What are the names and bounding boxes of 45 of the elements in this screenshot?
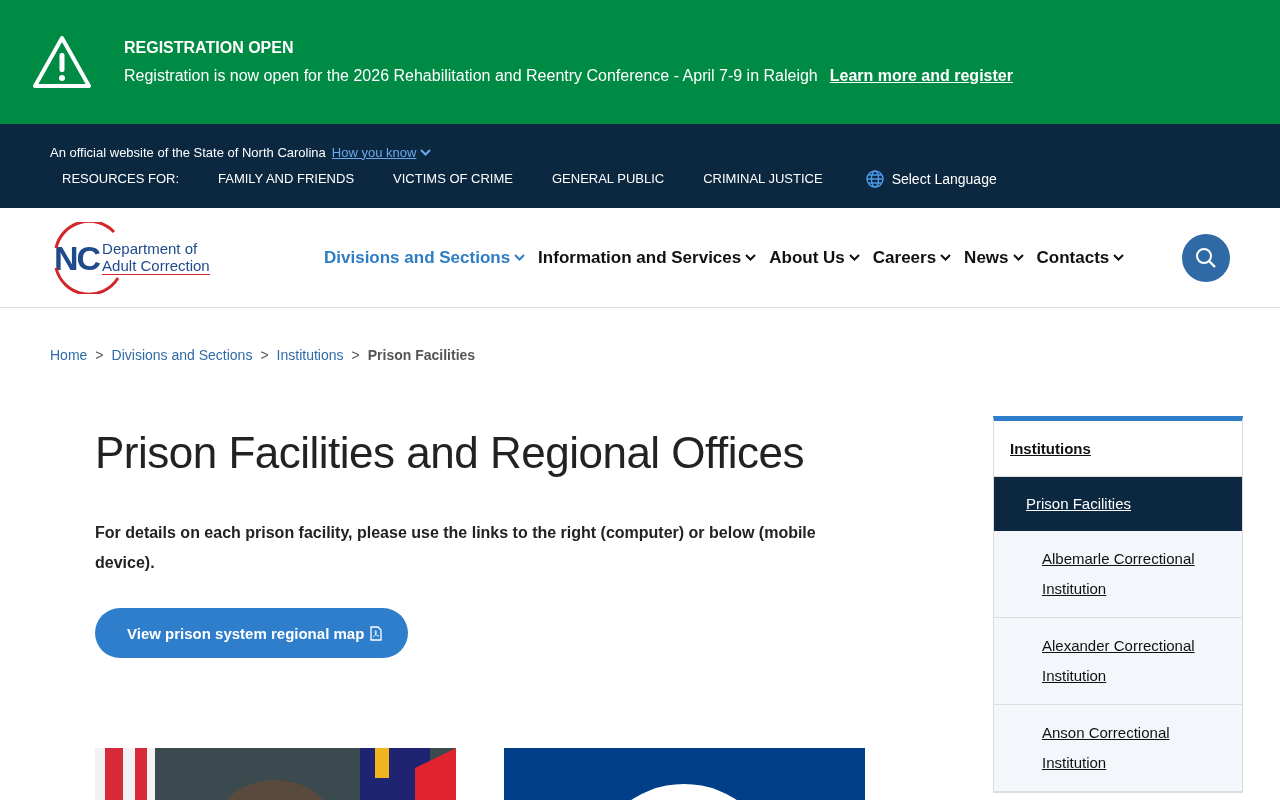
language-selector[interactable]: Select Language (865, 169, 997, 188)
logo-text: Adult Correction (102, 257, 210, 275)
chevron-down-icon (1012, 254, 1024, 261)
resource-link[interactable]: VICTIMS OF CRIME (393, 171, 513, 186)
logo-text: Department of (102, 240, 199, 257)
nav-menu-item[interactable]: Careers (872, 247, 952, 268)
breadcrumb-link[interactable]: Divisions and Sections (111, 347, 253, 363)
side-nav-subitem[interactable]: Alexander Correctional Institution (994, 618, 1242, 705)
nav-menu-item[interactable]: Divisions and Sections (324, 247, 526, 268)
chevron-down-icon (1113, 254, 1125, 261)
nav-menu-item[interactable]: News (964, 247, 1024, 268)
chevron-down-icon (940, 254, 952, 261)
nav-menu-item[interactable]: Information and Services (538, 247, 757, 268)
breadcrumb-current-page: Prison Facilities (367, 347, 476, 363)
regional-map-button[interactable]: View prison system regional map (95, 608, 409, 658)
resource-link[interactable]: GENERAL PUBLIC (551, 171, 665, 186)
resource-link[interactable]: CRIMINAL JUSTICE (703, 171, 823, 186)
how-you-know-link[interactable]: How you know (331, 144, 432, 160)
side-nav-subitem[interactable]: Anson Correctional Institution (994, 705, 1242, 792)
alert-title: REGISTRATION OPEN (124, 39, 295, 57)
page-title: Prison Facilities and Regional Offices (95, 428, 805, 478)
alert-message: Registration is now open for the 2026 Rehabilitation and Reentry Conference - April 7-9 in Raleigh (124, 67, 818, 85)
side-nav-item[interactable]: Prison Facilities (994, 477, 1242, 531)
breadcrumb-link[interactable]: Institutions (276, 347, 344, 363)
intro-text: For details on each prison facility, please use the links to the right (computer) or below (mobile device). (95, 523, 817, 573)
breadcrumb-separator: > (351, 347, 360, 363)
breadcrumb-separator: > (95, 347, 104, 363)
breadcrumb-separator: > (260, 347, 269, 363)
resource-link[interactable]: FAMILY AND FRIENDS (218, 171, 355, 186)
register-link[interactable]: Learn more and register (829, 67, 1013, 85)
chevron-down-icon (514, 254, 526, 261)
side-nav-subitem[interactable]: Albemarle Correctional Institution (994, 531, 1242, 618)
nav-menu-item[interactable]: About Us (769, 247, 860, 268)
resources-label: RESOURCES FOR: (62, 171, 179, 186)
search-icon (1195, 246, 1217, 269)
breadcrumb-link[interactable]: Home (50, 347, 88, 363)
globe-icon (865, 169, 884, 188)
nav-menu-item[interactable]: Contacts (1036, 247, 1125, 268)
chevron-down-icon (848, 254, 860, 261)
pdf-file-icon (370, 625, 383, 641)
search-button[interactable] (1182, 233, 1230, 282)
official-notice: An official website of the State of North Carolina (50, 144, 326, 160)
chevron-down-icon (420, 148, 432, 156)
warning-icon (32, 35, 92, 89)
chevron-down-icon (745, 254, 757, 261)
